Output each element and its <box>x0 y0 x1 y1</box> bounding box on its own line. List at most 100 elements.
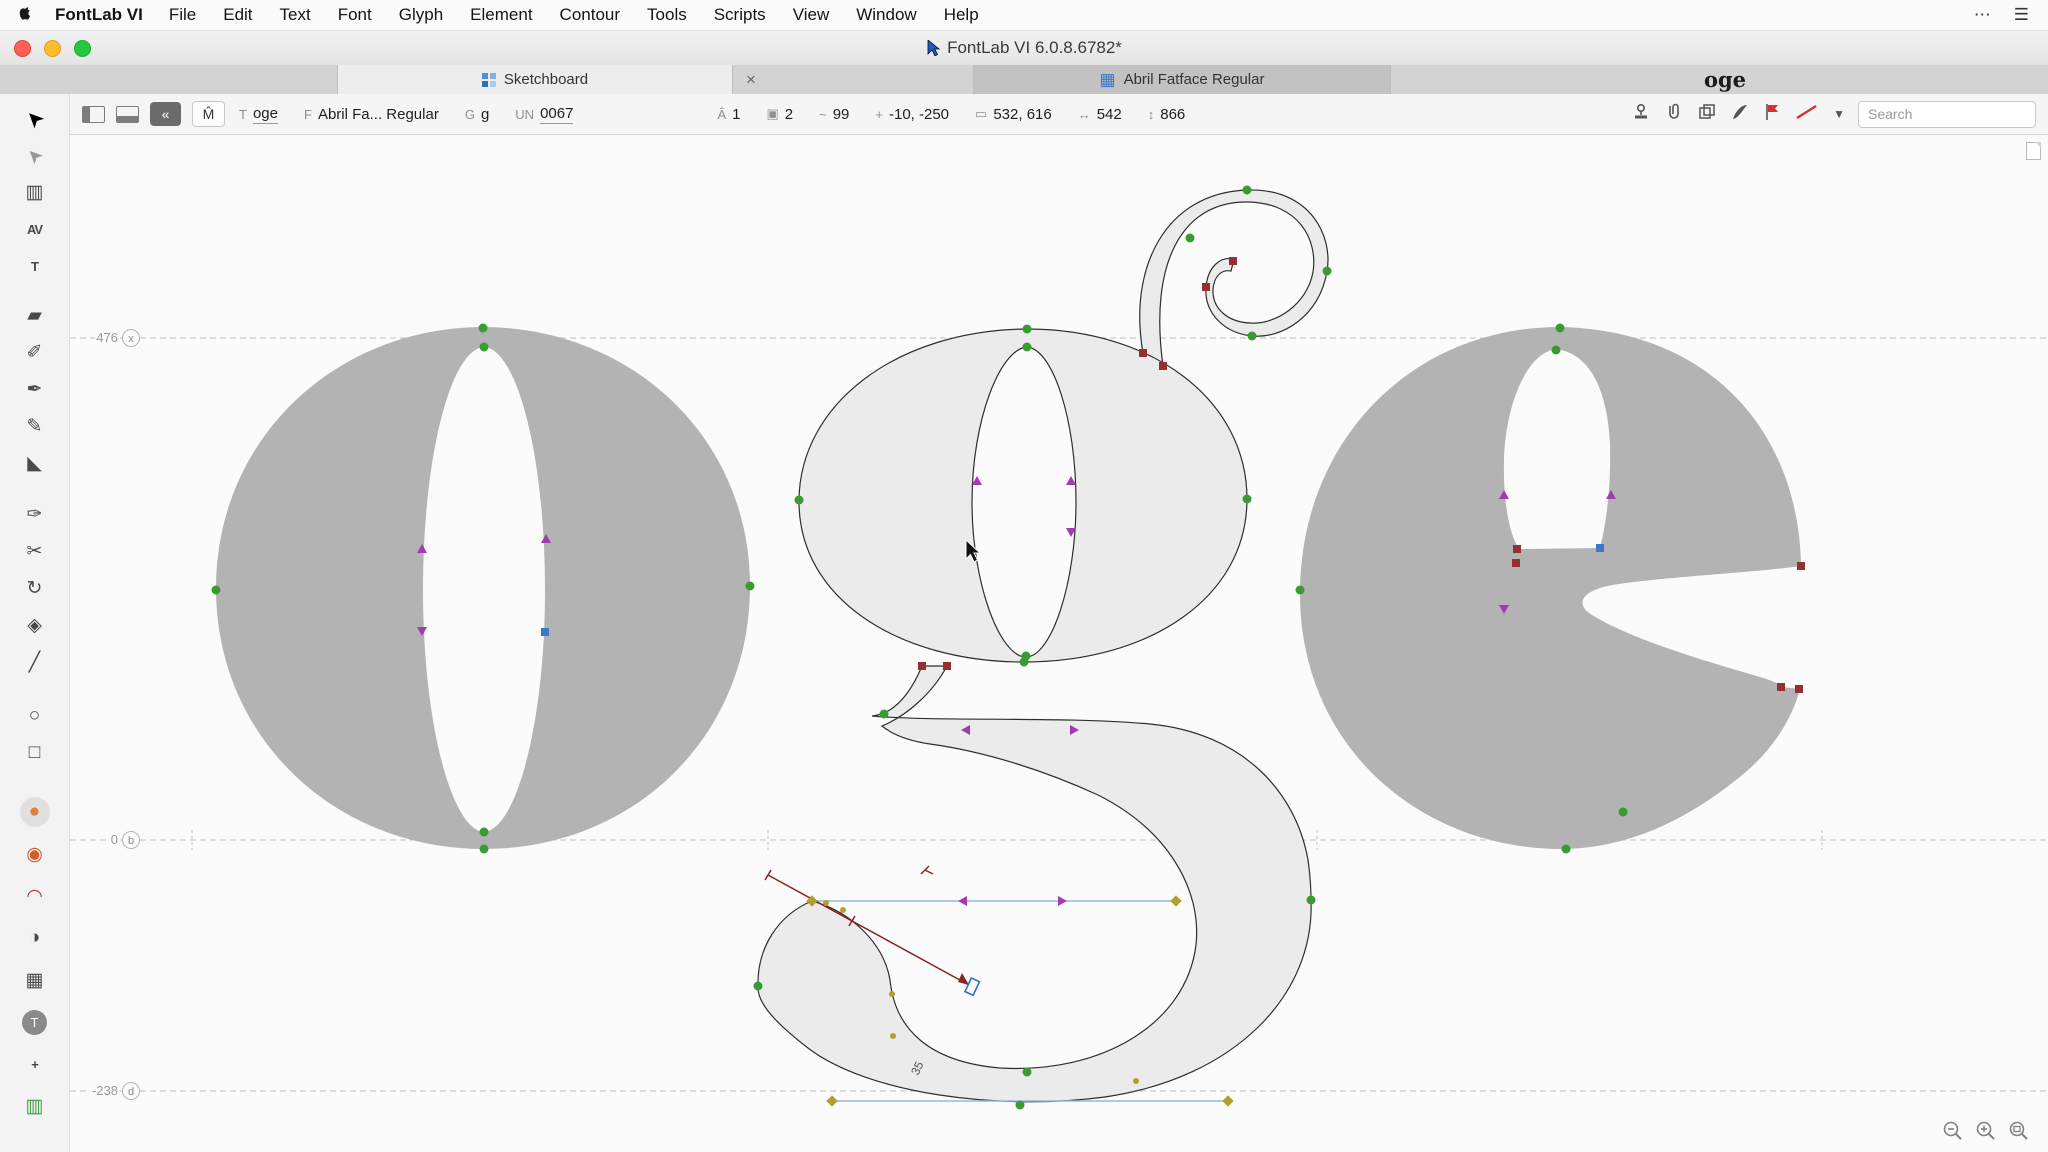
node-corner[interactable] <box>943 662 951 670</box>
unicode-field[interactable]: UN0067 <box>515 105 573 124</box>
menu-view[interactable]: View <box>793 5 830 25</box>
title-bar[interactable]: FontLab VI 6.0.8.6782* <box>0 31 2048 66</box>
node-selected[interactable] <box>541 628 549 636</box>
minimize-window-button[interactable] <box>44 40 61 57</box>
unicode-field-value[interactable]: 0067 <box>540 105 573 124</box>
cursor-coords-value[interactable]: -10, -250 <box>889 106 949 123</box>
zoom-out-button[interactable] <box>1942 1120 1964 1142</box>
node-corner[interactable] <box>1512 559 1520 567</box>
point-coords-value[interactable]: 532, 616 <box>993 106 1051 123</box>
node-corner[interactable] <box>1229 257 1237 265</box>
tool-guides[interactable]: ▥ <box>0 174 70 211</box>
node-smooth[interactable] <box>1023 343 1032 352</box>
tool-fill[interactable]: ◈ <box>0 607 70 644</box>
menu-font[interactable]: Font <box>338 5 372 25</box>
panel-left-toggle[interactable] <box>82 106 105 123</box>
apple-menu-icon[interactable] <box>18 6 33 24</box>
node-smooth[interactable] <box>479 324 488 333</box>
node-smooth[interactable] <box>480 828 489 837</box>
tool-contrast[interactable]: ◑ <box>0 917 70 959</box>
zoom-window-button[interactable] <box>74 40 91 57</box>
tool-glyph-cell[interactable]: T <box>0 1001 70 1043</box>
node-smooth[interactable] <box>746 582 755 591</box>
tool-ruler[interactable]: ╱ <box>0 644 70 681</box>
advance-width-value[interactable]: 542 <box>1097 106 1122 123</box>
handle-up[interactable] <box>1066 476 1076 485</box>
tool-grid[interactable]: ▦ <box>0 959 70 1001</box>
node-count-value[interactable]: 99 <box>833 106 850 123</box>
menu-help[interactable]: Help <box>944 5 979 25</box>
node-corner[interactable] <box>1777 683 1785 691</box>
node-corner[interactable] <box>918 662 926 670</box>
node-count[interactable]: ~99 <box>819 106 849 123</box>
node-corner[interactable] <box>1159 362 1167 370</box>
zoom-fit-button[interactable] <box>2008 1120 2030 1142</box>
menu-file[interactable]: File <box>169 5 196 25</box>
tool-scissors[interactable]: ✂ <box>0 533 70 570</box>
text-content-field[interactable]: Toge <box>239 105 278 124</box>
tool-rectangle[interactable]: □ <box>0 734 70 771</box>
tool-select[interactable]: ➤ <box>0 100 70 137</box>
copy-layers-icon[interactable] <box>1697 102 1717 127</box>
menu-edit[interactable]: Edit <box>223 5 252 25</box>
node-smooth[interactable] <box>212 586 221 595</box>
app-menu-fontlab[interactable]: FontLab VI <box>55 5 143 25</box>
list-icon[interactable]: ☰ <box>2014 5 2030 25</box>
node-smooth[interactable] <box>1619 808 1628 817</box>
glyph-e-outline[interactable] <box>1300 327 1801 849</box>
node-corner[interactable] <box>1795 685 1803 693</box>
panel-bottom-toggle[interactable] <box>116 106 139 123</box>
node-smooth[interactable] <box>1552 346 1561 355</box>
node-highlight[interactable] <box>840 907 846 913</box>
advance-width[interactable]: ↔542 <box>1078 106 1122 123</box>
tool-brush[interactable]: ✐ <box>0 334 70 371</box>
glyph-g-loop[interactable] <box>758 666 1311 1102</box>
node-smooth[interactable] <box>880 710 889 719</box>
node-smooth[interactable] <box>480 845 489 854</box>
node-smooth[interactable] <box>754 982 763 991</box>
stroke-color-swatch[interactable] <box>1794 102 1820 127</box>
node-highlight[interactable] <box>823 900 829 906</box>
node-smooth[interactable] <box>1023 1068 1032 1077</box>
node-corner[interactable] <box>1202 283 1210 291</box>
tool-move[interactable]: + <box>0 1043 70 1085</box>
node-smooth[interactable] <box>1248 332 1257 341</box>
node-smooth[interactable] <box>1016 1101 1025 1110</box>
node-smooth[interactable] <box>1562 845 1571 854</box>
node-corner[interactable] <box>1139 349 1147 357</box>
tool-knife[interactable]: ◣ <box>0 445 70 482</box>
glyph-height-value[interactable]: 866 <box>1160 106 1185 123</box>
node-smooth[interactable] <box>1296 586 1305 595</box>
tool-direct-select[interactable]: ➤ <box>0 137 70 174</box>
tool-columns[interactable]: ▥ <box>0 1085 70 1127</box>
node-selected[interactable] <box>1596 544 1604 552</box>
font-name-field-value[interactable]: Abril Fa... Regular <box>318 106 439 123</box>
node-highlight[interactable] <box>1133 1078 1139 1084</box>
node-smooth[interactable] <box>1186 234 1195 243</box>
search-input[interactable] <box>1858 101 2036 128</box>
tool-pen[interactable]: ✒ <box>0 371 70 408</box>
anchor-count[interactable]: Â1 <box>717 106 740 123</box>
measure-handle[interactable] <box>965 978 979 995</box>
handle-right[interactable] <box>1058 896 1067 906</box>
tool-rapid[interactable]: ✑ <box>0 496 70 533</box>
text-content-field-value[interactable]: oge <box>253 105 278 124</box>
anchor-count-value[interactable]: 1 <box>732 106 740 123</box>
tool-rotate[interactable]: ↻ <box>0 570 70 607</box>
node-corner[interactable] <box>1797 562 1805 570</box>
tool-kerning[interactable]: AV <box>0 211 70 248</box>
menu-window[interactable]: Window <box>856 5 916 25</box>
menu-text[interactable]: Text <box>280 5 311 25</box>
zoom-in-button[interactable] <box>1975 1120 1997 1142</box>
node-diamond[interactable] <box>1170 895 1181 906</box>
handle-up[interactable] <box>972 476 982 485</box>
glyph-name-field[interactable]: Gg <box>465 106 489 123</box>
tool-pencil[interactable]: ✎ <box>0 408 70 445</box>
menu-element[interactable]: Element <box>470 5 532 25</box>
tab-sketchboard[interactable]: Sketchboard <box>337 65 733 94</box>
quill-icon[interactable] <box>1730 102 1750 127</box>
transform-icon[interactable] <box>1631 102 1651 127</box>
glyph-name-field-value[interactable]: g <box>481 106 489 123</box>
node-smooth[interactable] <box>1323 267 1332 276</box>
node-diamond[interactable] <box>1222 1095 1233 1106</box>
